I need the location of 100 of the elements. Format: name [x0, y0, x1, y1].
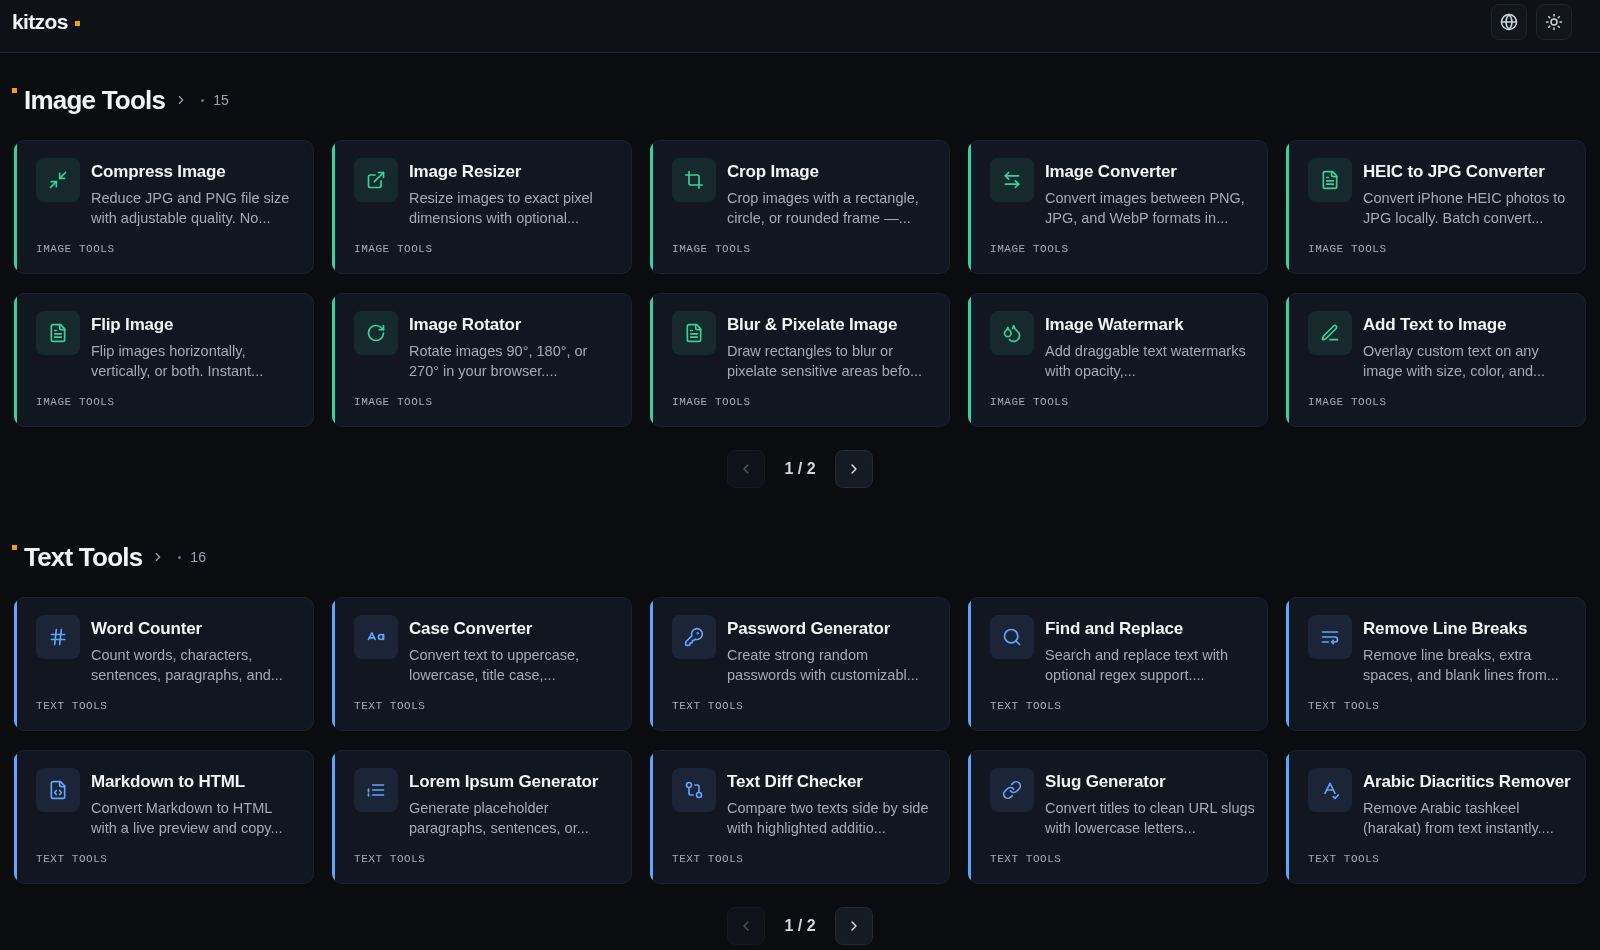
tool-title: Image Rotator	[409, 314, 523, 336]
tool-card[interactable]: Word Counter Count words, characters, sentences, paragraphs, and... TEXT TOOLS	[14, 597, 314, 731]
tool-description: Search and replace text with optional regex support....	[1045, 646, 1229, 685]
search-icon	[990, 615, 1034, 659]
tool-card[interactable]: Compress Image Reduce JPG and PNG file size with adjustable quality. No... IMAGE TOOLS	[14, 140, 314, 274]
tool-description: Remove line breaks, extra spaces, and blank lines from...	[1363, 646, 1560, 685]
tool-card[interactable]: Lorem Ipsum Generator Generate placeholder paragraphs, sentences, or... TEXT TOOLS	[332, 750, 632, 884]
tool-description: Count words, characters, sentences, paragraphs, and...	[91, 646, 284, 685]
section-title[interactable]: Image Tools	[24, 84, 166, 116]
tool-title: Lorem Ipsum Generator	[409, 771, 600, 793]
tool-card[interactable]: Remove Line Breaks Remove line breaks, extra spaces, and blank lines from... TEXT TOOLS	[1286, 597, 1586, 731]
category-label: TEXT TOOLS	[36, 699, 108, 713]
tool-description: Add draggable text watermarks with opacity,...	[1045, 342, 1247, 381]
category-label: TEXT TOOLS	[354, 852, 426, 866]
category-label: TEXT TOOLS	[1308, 699, 1380, 713]
tool-card[interactable]: Image Rotator Rotate images 90°, 180°, or 270° in your browser.... IMAGE TOOLS	[332, 293, 632, 427]
tool-card[interactable]: Arabic Diacritics Remover Remove Arabic tashkeel (harakat) from text instantly.... TEXT TOOLS	[1286, 750, 1586, 884]
language-button[interactable]	[1491, 4, 1527, 40]
category-label: TEXT TOOLS	[354, 699, 426, 713]
tool-description: Compare two texts side by side with highlighted additio...	[727, 799, 930, 838]
next-page-button[interactable]	[835, 450, 873, 488]
category-label: TEXT TOOLS	[36, 852, 108, 866]
category-label: TEXT TOOLS	[1308, 852, 1380, 866]
square-icon	[12, 88, 17, 93]
square-icon	[74, 21, 80, 26]
category-label: IMAGE TOOLS	[990, 242, 1069, 256]
tool-description: Resize images to exact pixel dimensions with optional...	[409, 189, 594, 228]
tool-description: Create strong random passwords with customizabl...	[727, 646, 920, 685]
category-label: IMAGE TOOLS	[36, 242, 115, 256]
tool-description: Flip images horizontally, vertically, or both. Instant...	[91, 342, 265, 381]
page-indicator: 1 / 2	[783, 916, 817, 936]
tool-description: Remove Arabic tashkeel (harakat) from text instantly....	[1363, 799, 1555, 838]
tool-title: Blur & Pixelate Image	[727, 314, 899, 336]
letter-case-icon	[354, 615, 398, 659]
category-label: IMAGE TOOLS	[36, 395, 115, 409]
tool-description: Rotate images 90°, 180°, or 270° in your browser....	[409, 342, 589, 381]
square-icon	[12, 545, 17, 550]
link-icon	[990, 768, 1034, 812]
tool-description: Reduce JPG and PNG file size with adjustable quality. No...	[91, 189, 291, 228]
key-icon	[672, 615, 716, 659]
tool-title: Remove Line Breaks	[1363, 618, 1529, 640]
category-label: IMAGE TOOLS	[1308, 395, 1387, 409]
document-icon	[672, 311, 716, 355]
tool-title: Image Converter	[1045, 161, 1178, 183]
tool-description: Overlay custom text on any image with size, color, and...	[1363, 342, 1547, 381]
hash-icon	[36, 615, 80, 659]
list-icon	[354, 768, 398, 812]
tool-card[interactable]: Image Watermark Add draggable text watermarks with opacity,... IMAGE TOOLS	[968, 293, 1268, 427]
category-label: TEXT TOOLS	[990, 852, 1062, 866]
sun-icon	[1545, 13, 1563, 31]
tool-card[interactable]: Case Converter Convert text to uppercase, lowercase, title case,... TEXT TOOLS	[332, 597, 632, 731]
tool-title: Word Counter	[91, 618, 203, 640]
globe-icon	[1500, 13, 1518, 31]
tool-title: Compress Image	[91, 161, 227, 183]
spell-check-icon	[1308, 768, 1352, 812]
rotate-icon	[354, 311, 398, 355]
tool-card[interactable]: Slug Generator Convert titles to clean URL slugs with lowercase letters... TEXT TOOLS	[968, 750, 1268, 884]
tool-title: Flip Image	[91, 314, 175, 336]
logo[interactable]: kitzos	[12, 10, 68, 34]
tool-card[interactable]: Text Diff Checker Compare two texts side by side with highlighted additio... TEXT TOOLS	[650, 750, 950, 884]
code-file-icon	[36, 768, 80, 812]
theme-toggle-button[interactable]	[1536, 4, 1572, 40]
tool-description: Generate placeholder paragraphs, sentences, or...	[409, 799, 590, 838]
tool-description: Draw rectangles to blur or pixelate sensitive areas befo...	[727, 342, 924, 381]
tool-title: Text Diff Checker	[727, 771, 864, 793]
tool-card[interactable]: Find and Replace Search and replace text with optional regex support.... TEXT TOOLS	[968, 597, 1268, 731]
tool-card[interactable]: Blur & Pixelate Image Draw rectangles to blur or pixelate sensitive areas befo... IMAGE TOOLS	[650, 293, 950, 427]
tool-card[interactable]: Image Resizer Resize images to exact pixel dimensions with optional... IMAGE TOOLS	[332, 140, 632, 274]
text-wrap-icon	[1308, 615, 1352, 659]
tool-title: Markdown to HTML	[91, 771, 247, 793]
category-label: TEXT TOOLS	[672, 699, 744, 713]
category-label: IMAGE TOOLS	[990, 395, 1069, 409]
tool-count: 16	[190, 547, 206, 567]
tool-description: Convert iPhone HEIC photos to JPG locally. Batch convert...	[1363, 189, 1567, 228]
section-title[interactable]: Text Tools	[24, 541, 143, 573]
tool-card[interactable]: Flip Image Flip images horizontally, vertically, or both. Instant... IMAGE TOOLS	[14, 293, 314, 427]
tool-description: Convert text to uppercase, lowercase, title case,...	[409, 646, 581, 685]
tool-card[interactable]: Password Generator Create strong random passwords with customizabl... TEXT TOOLS	[650, 597, 950, 731]
tool-card[interactable]: Add Text to Image Overlay custom text on any image with size, color, and... IMAGE TOOLS	[1286, 293, 1586, 427]
category-label: IMAGE TOOLS	[354, 242, 433, 256]
next-page-button[interactable]	[835, 907, 873, 945]
tool-title: Arabic Diacritics Remover	[1363, 771, 1572, 793]
tool-title: Case Converter	[409, 618, 534, 640]
category-label: IMAGE TOOLS	[672, 395, 751, 409]
category-label: TEXT TOOLS	[672, 852, 744, 866]
crop-icon	[672, 158, 716, 202]
droplets-icon	[990, 311, 1034, 355]
shrink-arrows-icon	[36, 158, 80, 202]
swap-arrows-icon	[990, 158, 1034, 202]
tool-card[interactable]: Crop Image Crop images with a rectangle, circle, or rounded frame —... IMAGE TOOLS	[650, 140, 950, 274]
category-label: IMAGE TOOLS	[672, 242, 751, 256]
tool-count: 15	[213, 90, 229, 110]
tool-title: Image Resizer	[409, 161, 523, 183]
tool-description: Convert images between PNG, JPG, and WebP formats in...	[1045, 189, 1246, 228]
tool-title: Find and Replace	[1045, 618, 1185, 640]
compare-icon	[672, 768, 716, 812]
tool-title: Crop Image	[727, 161, 820, 183]
tool-card[interactable]: Image Converter Convert images between PNG, JPG, and WebP formats in... IMAGE TOOLS	[968, 140, 1268, 274]
tool-card[interactable]: Markdown to HTML Convert Markdown to HTML with a live preview and copy... TEXT TOOLS	[14, 750, 314, 884]
tool-card[interactable]: HEIC to JPG Converter Convert iPhone HEIC photos to JPG locally. Batch convert... IMAGE TOOLS	[1286, 140, 1586, 274]
